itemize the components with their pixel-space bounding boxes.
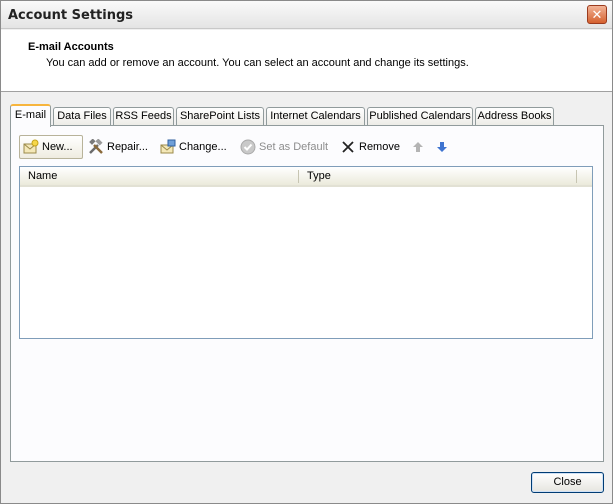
set-as-default-button[interactable]: Set as Default	[237, 135, 331, 159]
tab-sharepoint-lists[interactable]: SharePoint Lists	[176, 107, 264, 126]
remove-account-button[interactable]: Remove	[337, 135, 400, 159]
tab-internet-calendars[interactable]: Internet Calendars	[266, 107, 365, 126]
close-button[interactable]: Close	[531, 472, 604, 493]
account-list[interactable]: Name Type	[19, 166, 593, 339]
section-title: E-mail Accounts	[28, 41, 114, 53]
window-close-button[interactable]: ✕	[587, 5, 607, 24]
email-tab-panel: New... Repair... Change... Set as Defaul…	[10, 125, 604, 462]
arrow-up-icon	[410, 139, 426, 155]
tab-email[interactable]: E-mail	[10, 104, 51, 127]
account-settings-window: Account Settings ✕ E-mail Accounts You c…	[0, 0, 613, 504]
tab-address-books[interactable]: Address Books	[475, 107, 554, 126]
change-account-button[interactable]: Change...	[157, 135, 233, 159]
move-down-button[interactable]	[431, 135, 453, 159]
tab-strip: E-mail Data Files RSS Feeds SharePoint L…	[10, 104, 600, 127]
column-header-type[interactable]: Type	[299, 167, 577, 185]
repair-account-label: Repair...	[107, 141, 148, 153]
tab-rss-feeds[interactable]: RSS Feeds	[113, 107, 174, 126]
arrow-down-icon	[434, 139, 450, 155]
list-header: Name Type	[20, 167, 592, 187]
account-toolbar: New... Repair... Change... Set as Defaul…	[19, 135, 589, 159]
repair-tools-icon	[88, 138, 104, 155]
move-up-button[interactable]	[407, 135, 429, 159]
change-account-label: Change...	[179, 141, 227, 153]
tab-data-files[interactable]: Data Files	[53, 107, 111, 126]
change-account-icon	[160, 139, 176, 155]
title-bar[interactable]: Account Settings ✕	[1, 1, 612, 29]
column-separator[interactable]	[576, 170, 577, 183]
set-as-default-label: Set as Default	[259, 141, 329, 153]
checkmark-icon	[240, 139, 256, 155]
remove-x-icon	[340, 139, 356, 155]
repair-account-button[interactable]: Repair...	[85, 135, 155, 159]
header-panel: E-mail Accounts You can add or remove an…	[1, 30, 612, 92]
section-description: You can add or remove an account. You ca…	[46, 57, 469, 69]
column-header-name[interactable]: Name	[20, 167, 298, 185]
new-account-icon	[23, 139, 39, 155]
new-account-button[interactable]: New...	[19, 135, 83, 159]
tab-published-calendars[interactable]: Published Calendars	[367, 107, 473, 126]
window-title: Account Settings	[8, 8, 134, 23]
new-account-label: New...	[42, 141, 73, 153]
remove-account-label: Remove	[359, 141, 400, 153]
